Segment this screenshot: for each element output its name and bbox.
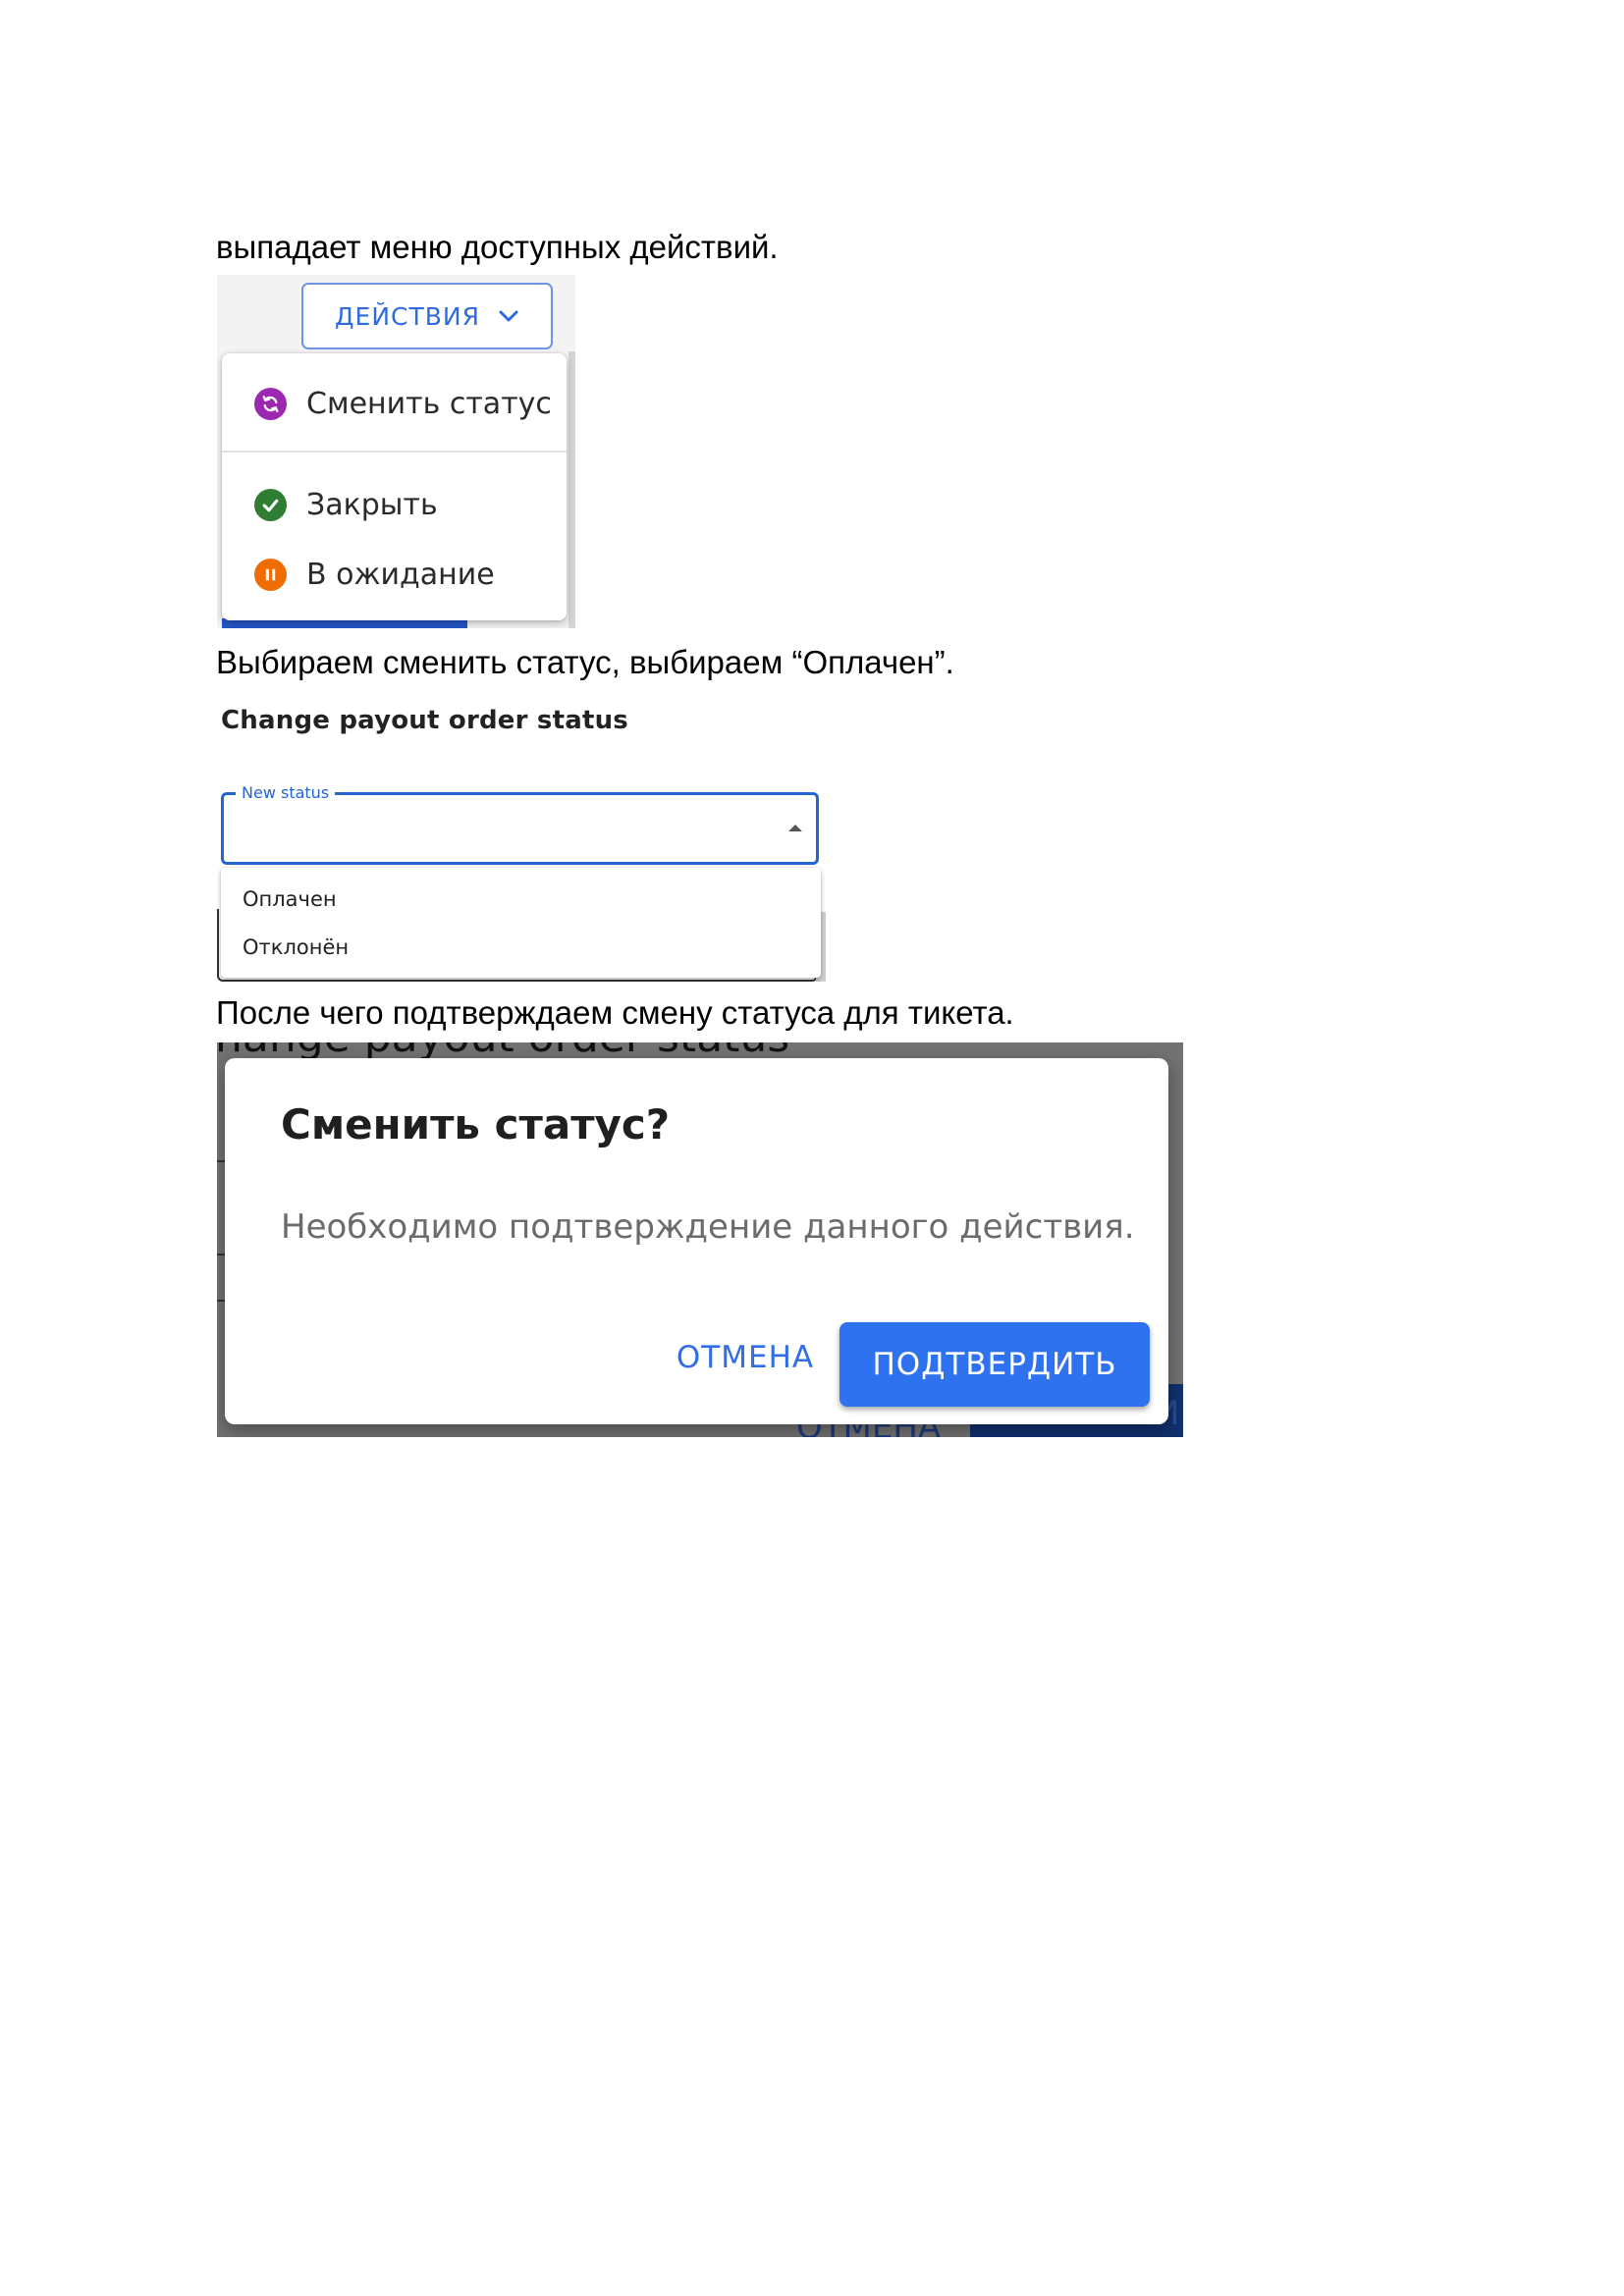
menu-item-label: В ожидание	[306, 557, 495, 592]
background-line	[217, 1254, 225, 1255]
background-line	[217, 1300, 225, 1302]
actions-button[interactable]: ДЕЙСТВИЯ	[301, 283, 553, 349]
cancel-button[interactable]: ОТМЕНА	[667, 1323, 824, 1392]
status-select-screenshot: Change payout order status New status Оп…	[217, 701, 826, 982]
new-status-select[interactable]: New status	[221, 784, 819, 865]
actions-menu-screenshot: ДЕЙСТВИЯ Сменить статус Закрыть В ожидан…	[217, 275, 575, 628]
background-strip	[568, 351, 575, 628]
option-rejected[interactable]: Отклонён	[243, 934, 349, 961]
paragraph-select-status: Выбираем сменить статус, выбираем “Оплач…	[216, 644, 954, 680]
menu-item-close[interactable]: Закрыть	[222, 475, 567, 534]
option-paid[interactable]: Оплачен	[243, 885, 337, 913]
chevron-down-icon	[499, 310, 518, 322]
confirm-dialog-message: Необходимо подтверждение данного действи…	[281, 1207, 1135, 1247]
confirm-button[interactable]: ПОДТВЕРДИТЬ	[839, 1322, 1150, 1407]
menu-item-label: Закрыть	[306, 487, 438, 522]
sync-icon	[254, 387, 287, 420]
paragraph-confirm: После чего подтверждаем смену статуса дл…	[216, 994, 1014, 1031]
confirm-dialog-screenshot: hange payout order status ОТМЕНА ПРИМЕНИ…	[217, 1042, 1183, 1437]
dialog-title: Change payout order status	[221, 706, 628, 735]
status-options-list: Оплачен Отклонён	[221, 868, 821, 978]
check-circle-icon	[254, 488, 287, 521]
menu-item-pending[interactable]: В ожидание	[222, 545, 567, 604]
background-line	[217, 1160, 225, 1162]
new-status-label: New status	[236, 784, 336, 802]
confirm-dialog-title: Сменить статус?	[281, 1100, 671, 1148]
actions-button-label: ДЕЙСТВИЯ	[335, 301, 480, 331]
menu-item-label: Сменить статус	[306, 386, 552, 421]
confirm-dialog: Сменить статус? Необходимо подтверждение…	[225, 1058, 1168, 1424]
menu-item-change-status[interactable]: Сменить статус	[222, 374, 567, 433]
paragraph-intro: выпадает меню доступных действий.	[216, 229, 779, 265]
actions-dropdown-menu: Сменить статус Закрыть В ожидание	[222, 353, 567, 620]
caret-up-icon[interactable]	[788, 825, 802, 831]
menu-divider	[222, 451, 567, 453]
pause-circle-icon	[254, 558, 287, 591]
